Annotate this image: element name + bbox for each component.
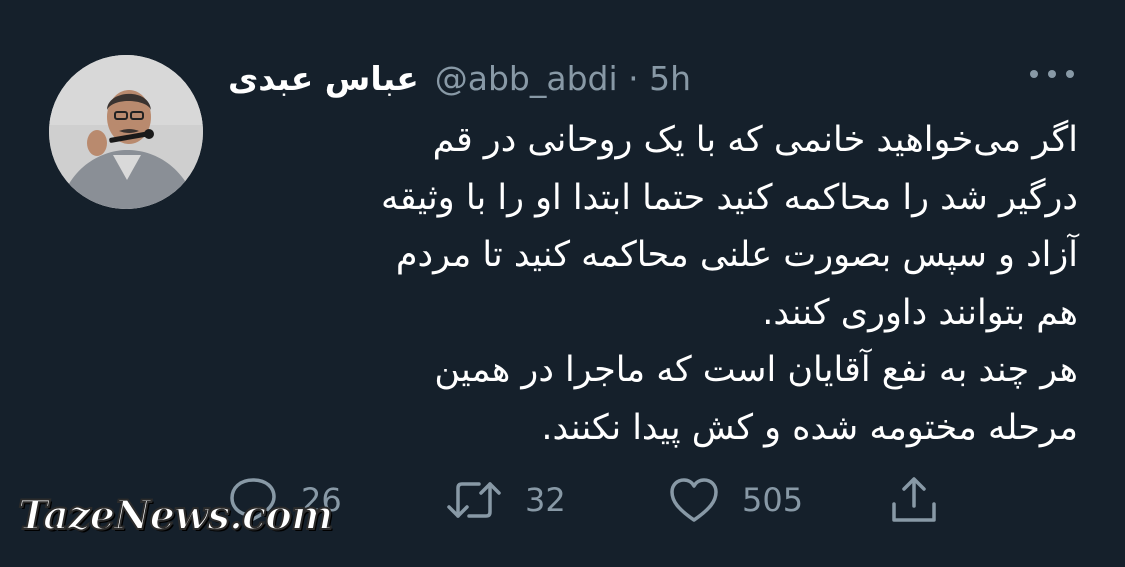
tweet-header: عباس عبدی @abb_abdi · 5h (228, 52, 691, 104)
author-handle-and-time[interactable]: @abb_abdi · 5h (435, 59, 691, 98)
retweet-count: 32 (525, 481, 566, 519)
tweet-text-line: هم بتوانند داوری کنند. (762, 292, 1078, 333)
tweet-text: اگر می‌خواهید خانمی که با یک روحانی در ق… (228, 112, 1078, 457)
heart-icon (670, 478, 718, 522)
tweet-text-line: هر چند به نفع آقایان است که ماجرا در همی… (434, 350, 1078, 390)
like-count: 505 (742, 481, 804, 519)
retweet-icon (447, 482, 501, 518)
author-display-name[interactable]: عباس عبدی (228, 59, 419, 98)
share-icon (892, 477, 936, 522)
author-handle[interactable]: @abb_abdi (435, 59, 618, 98)
watermark: TazeNews.com (17, 491, 334, 540)
tweet-text-line: مرحله مختومه شده و کش پیدا نکنند. (541, 407, 1078, 448)
tweet-text-line: درگیر شد را محاکمه کنید حتما ابتدا او را… (381, 177, 1078, 218)
share-button[interactable] (888, 470, 940, 530)
avatar-image (49, 55, 203, 209)
tweet-text-line: اگر می‌خواهید خانمی که با یک روحانی در ق… (432, 120, 1078, 160)
tweet-time[interactable]: · 5h (628, 59, 691, 98)
retweet-button[interactable]: 32 (445, 470, 566, 530)
tweet-text-line: آزاد و سپس بصورت علنی محاکمه کنید تا مرد… (395, 235, 1078, 275)
like-button[interactable]: 505 (668, 470, 803, 530)
more-icon[interactable] (1030, 68, 1074, 80)
avatar[interactable] (49, 55, 203, 209)
